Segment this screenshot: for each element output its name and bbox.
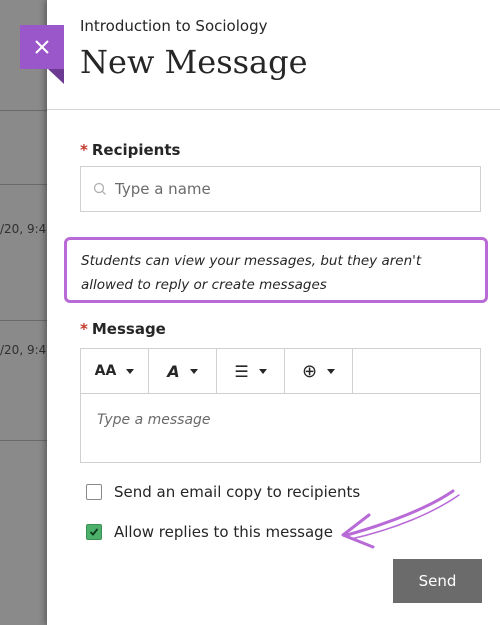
recipients-field[interactable] <box>80 166 481 212</box>
message-label-text: Message <box>91 320 166 338</box>
font-size-dropdown[interactable]: AA <box>81 349 149 393</box>
allow-replies-label[interactable]: Allow replies to this message <box>114 523 333 541</box>
checkmark-icon <box>89 528 99 536</box>
background-divider <box>0 440 48 441</box>
list-icon: ☰ <box>234 361 249 381</box>
background-column <box>0 0 48 625</box>
message-editor[interactable]: AA A ☰ ⊕ Type a message <box>80 348 481 463</box>
annotation-arrow-icon <box>341 489 460 549</box>
search-icon <box>93 182 106 195</box>
list-dropdown[interactable]: ☰ <box>217 349 285 393</box>
chevron-down-icon <box>189 368 198 374</box>
chevron-down-icon <box>126 368 135 374</box>
required-mark: * <box>80 320 88 338</box>
close-icon <box>35 40 49 54</box>
required-mark: * <box>80 141 88 159</box>
text-color-dropdown[interactable]: A <box>149 349 217 393</box>
insert-dropdown[interactable]: ⊕ <box>285 349 353 393</box>
page-title: New Message <box>80 43 308 81</box>
font-size-icon: AA <box>94 363 117 379</box>
background-divider <box>0 110 48 111</box>
recipients-label-text: Recipients <box>91 141 181 159</box>
header-divider <box>47 109 500 110</box>
background-date: /20, 9:4 <box>0 343 46 357</box>
text-color-icon: A <box>167 361 180 381</box>
recipients-input[interactable] <box>115 180 455 198</box>
background-divider <box>0 320 48 321</box>
chevron-down-icon <box>327 368 336 374</box>
close-button-tab <box>48 69 64 84</box>
recipients-label: * Recipients <box>80 141 180 159</box>
background-divider <box>0 184 48 185</box>
message-label: * Message <box>80 320 166 338</box>
insert-icon: ⊕ <box>301 360 318 382</box>
students-notice: Students can view your messages, but the… <box>64 237 488 303</box>
message-body[interactable]: Type a message <box>81 394 480 446</box>
editor-toolbar: AA A ☰ ⊕ <box>81 349 480 394</box>
course-name: Introduction to Sociology <box>80 17 268 35</box>
chevron-down-icon <box>258 368 267 374</box>
allow-replies-checkbox[interactable] <box>86 524 102 540</box>
close-button[interactable] <box>20 25 64 69</box>
send-button[interactable]: Send <box>393 559 482 603</box>
email-copy-checkbox[interactable] <box>86 484 102 500</box>
email-copy-label[interactable]: Send an email copy to recipients <box>114 483 360 501</box>
background-date: /20, 9:4 <box>0 222 46 236</box>
